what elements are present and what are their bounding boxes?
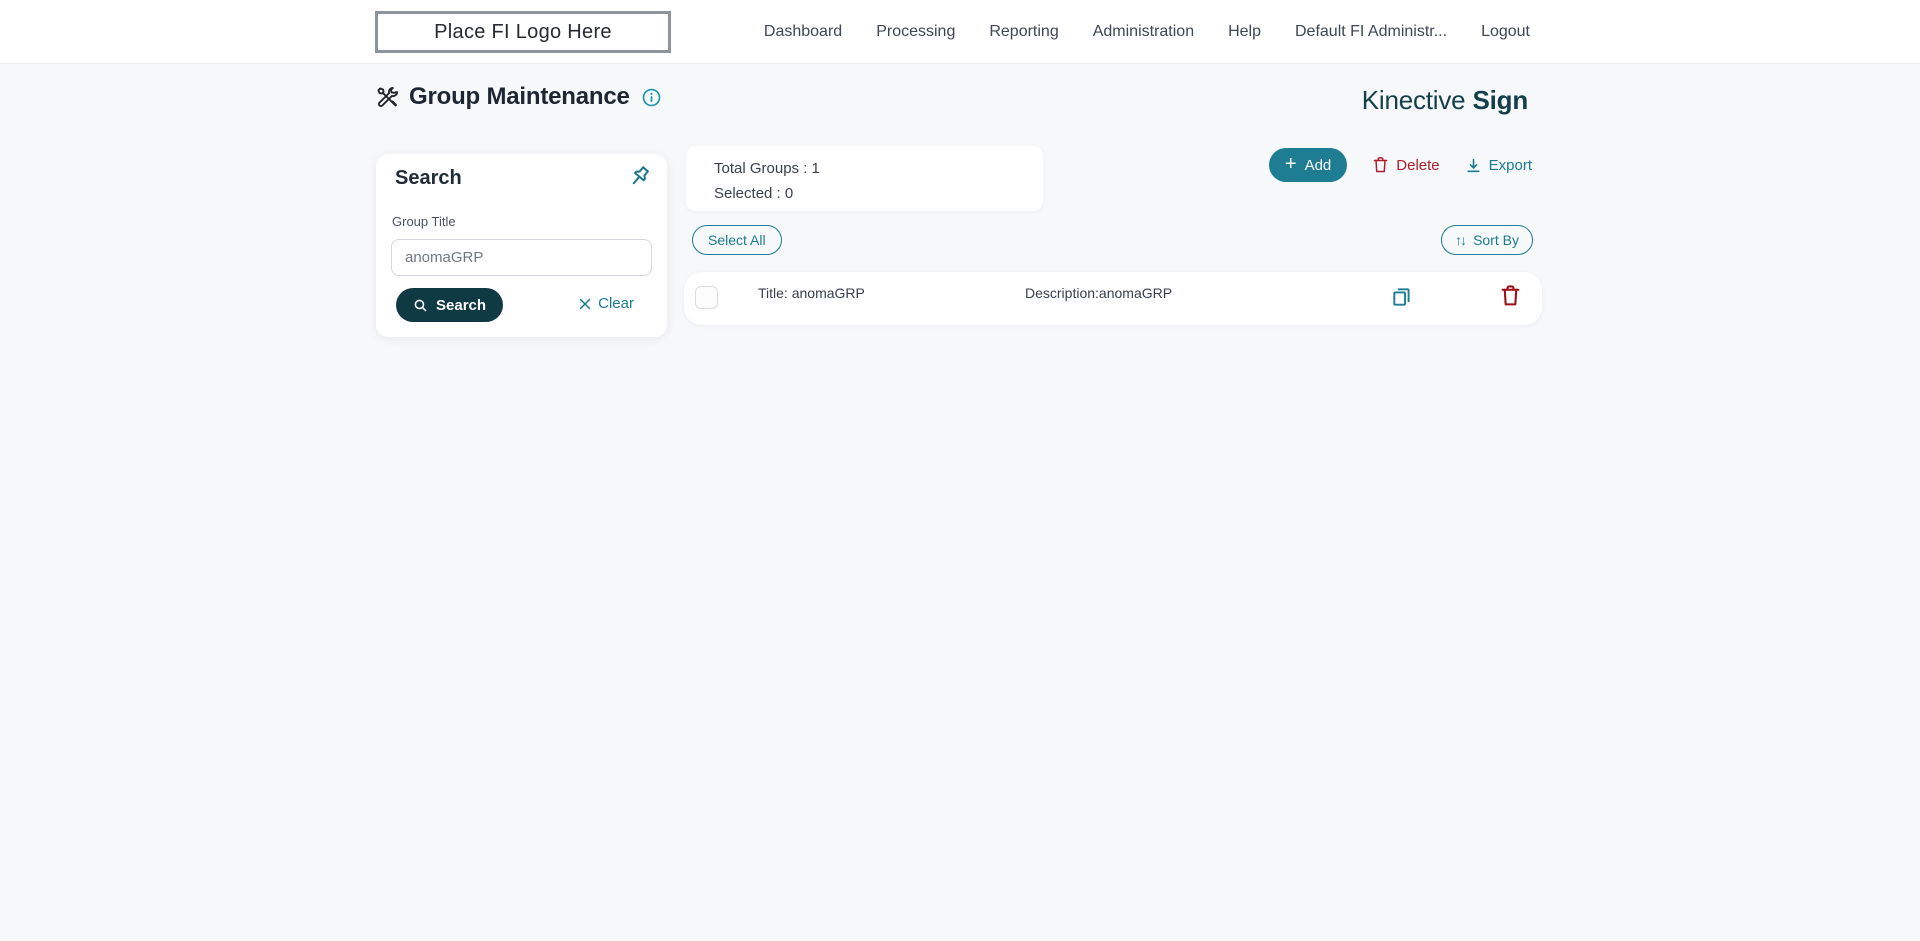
fi-logo-placeholder: Place FI Logo Here <box>375 11 671 53</box>
select-all-label: Select All <box>708 232 766 248</box>
search-button-label: Search <box>436 296 487 314</box>
trash-icon <box>1372 156 1389 174</box>
copy-icon[interactable] <box>1390 285 1413 311</box>
export-button[interactable]: Export <box>1465 157 1532 174</box>
plus-icon: + <box>1284 153 1297 175</box>
sort-by-label: Sort By <box>1473 232 1519 248</box>
row-trash-icon[interactable] <box>1500 284 1521 310</box>
clear-button-label: Clear <box>598 295 634 312</box>
brand-product: Sign <box>1472 85 1528 115</box>
nav-item-dashboard[interactable]: Dashboard <box>764 23 842 41</box>
search-button[interactable]: Search <box>396 288 504 322</box>
brand-logo: Kinective Sign <box>1362 85 1528 116</box>
nav-item-help[interactable]: Help <box>1228 23 1261 41</box>
group-row-description: Description:anomaGRP <box>1025 285 1173 301</box>
fi-logo-text: Place FI Logo Here <box>434 20 612 43</box>
nav-user-menu[interactable]: Default FI Administr... <box>1295 23 1447 41</box>
group-title-input[interactable] <box>391 239 652 276</box>
groups-summary: Total Groups : 1 Selected : 0 <box>686 146 1043 211</box>
tools-icon <box>375 85 400 110</box>
search-panel-title: Search <box>395 167 462 189</box>
sort-by-button[interactable]: ↑↓ Sort By <box>1441 225 1533 255</box>
delete-button-label: Delete <box>1396 156 1440 174</box>
page-header: Group Maintenance <box>375 83 661 111</box>
page-title: Group Maintenance <box>409 83 630 110</box>
group-row-checkbox[interactable] <box>695 286 718 309</box>
page: Place FI Logo Here Dashboard Processing … <box>0 0 1920 941</box>
brand-name: Kinective <box>1361 85 1466 115</box>
select-all-button[interactable]: Select All <box>692 225 782 255</box>
main-nav: Dashboard Processing Reporting Administr… <box>764 0 1530 64</box>
search-icon <box>413 298 428 313</box>
nav-item-processing[interactable]: Processing <box>876 23 955 41</box>
pin-icon[interactable] <box>627 164 652 192</box>
toolbar-actions: + Add Delete Export <box>1268 148 1532 182</box>
group-list-row: Title: anomaGRP Description:anomaGRP <box>684 272 1542 325</box>
sort-arrows-icon: ↑↓ <box>1455 232 1467 248</box>
group-title-label: Group Title <box>392 214 456 229</box>
export-button-label: Export <box>1488 156 1532 174</box>
add-button-label: Add <box>1304 156 1332 174</box>
clear-x-icon <box>578 297 592 311</box>
nav-item-administration[interactable]: Administration <box>1093 23 1194 41</box>
delete-button[interactable]: Delete <box>1372 156 1440 174</box>
add-button[interactable]: + Add <box>1268 148 1348 182</box>
group-row-title: Title: anomaGRP <box>758 285 865 301</box>
selected-count: Selected : 0 <box>714 185 794 202</box>
top-navigation-bar: Place FI Logo Here Dashboard Processing … <box>0 0 1920 64</box>
info-icon[interactable] <box>642 88 661 107</box>
download-icon <box>1465 157 1482 174</box>
nav-item-logout[interactable]: Logout <box>1481 23 1530 41</box>
clear-button[interactable]: Clear <box>578 295 634 312</box>
nav-item-reporting[interactable]: Reporting <box>989 23 1058 41</box>
total-groups-count: Total Groups : 1 <box>714 160 820 177</box>
search-panel: Search Group Title Search <box>376 154 667 337</box>
